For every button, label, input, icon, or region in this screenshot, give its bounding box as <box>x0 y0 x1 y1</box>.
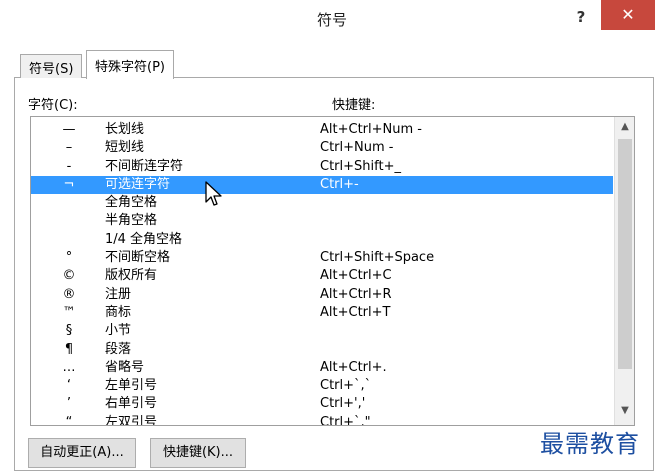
character-symbol: — <box>62 122 76 137</box>
list-item[interactable]: — 长划线 Alt+Ctrl+Num - <box>31 121 613 139</box>
list-item[interactable]: ’ 右单引号 Ctrl+',' <box>31 395 613 413</box>
shortcut-key: Ctrl+Shift+Space <box>320 250 435 266</box>
character-name: 可选连字符 <box>105 176 171 192</box>
character-symbol: ¶ <box>64 341 74 357</box>
tab-special-characters[interactable]: 特殊字符(P) <box>86 50 174 79</box>
character-name: 短划线 <box>105 140 145 156</box>
list-item[interactable]: ™ 商标 Alt+Ctrl+T <box>31 304 613 322</box>
special-characters-list[interactable]: — 长划线 Alt+Ctrl+Num - – 短划线 Ctrl+Num - - 不间断连字符 C… <box>30 116 635 426</box>
character-symbol: … <box>62 359 76 375</box>
character-name: 小节 <box>105 323 132 339</box>
character-name: 注册 <box>105 286 132 302</box>
shortcut-key: Alt+Ctrl+. <box>320 359 387 375</box>
mouse-pointer-icon <box>205 181 222 206</box>
character-name: 全角空格 <box>105 195 158 211</box>
shortcut-key: Ctrl+- <box>320 176 359 192</box>
list-rows: — 长划线 Alt+Ctrl+Num - – 短划线 Ctrl+Num - - 不间断连字符 C… <box>31 121 613 426</box>
list-item[interactable]: 半角空格 <box>31 212 613 230</box>
list-item[interactable]: ° 不间断空格 Ctrl+Shift+Space <box>31 249 613 267</box>
shortcut-key: Alt+Ctrl+T <box>320 304 391 320</box>
character-name: 右单引号 <box>105 396 158 412</box>
character-name: 版权所有 <box>105 268 158 284</box>
character-name: 长划线 <box>105 122 145 137</box>
list-item[interactable]: 全角空格 <box>31 194 613 212</box>
character-symbol: ’ <box>66 396 72 412</box>
character-name: 商标 <box>105 304 132 320</box>
character-symbol: ‘ <box>66 378 72 394</box>
character-name: 半角空格 <box>105 213 158 229</box>
shortcut-key: Alt+Ctrl+C <box>320 268 392 284</box>
shortcut-key: Ctrl+Num - <box>320 140 394 156</box>
list-item[interactable]: “ 左双引号 Ctrl+`," <box>31 414 613 426</box>
list-item[interactable]: ® 注册 Alt+Ctrl+R <box>31 286 613 304</box>
character-symbol: ¬ <box>63 176 75 192</box>
close-button[interactable]: ✕ <box>601 0 655 30</box>
shortcut-key: Ctrl+Shift+_ <box>320 158 401 174</box>
character-name: 左双引号 <box>105 414 158 426</box>
list-item[interactable]: … 省略号 Alt+Ctrl+. <box>31 359 613 377</box>
character-symbol: ° <box>65 250 73 266</box>
character-symbol: ® <box>62 286 76 302</box>
shortcut-key: Alt+Ctrl+Num - <box>320 122 422 137</box>
shortcut-key: Ctrl+',' <box>320 396 366 412</box>
character-name: 不间断连字符 <box>105 158 184 174</box>
character-symbol: § <box>65 323 73 339</box>
character-symbol: - <box>66 158 72 174</box>
tab-symbols[interactable]: 符号(S) <box>20 54 83 78</box>
window-title: 符号 <box>316 11 347 29</box>
shortcut-key-button[interactable]: 快捷键(K)... <box>150 438 246 468</box>
character-symbol: – <box>65 140 73 156</box>
character-name: 省略号 <box>105 359 145 375</box>
character-name: 1/4 全角空格 <box>105 231 183 247</box>
shortcut-key: Alt+Ctrl+R <box>320 286 392 302</box>
list-item[interactable]: – 短划线 Ctrl+Num - <box>31 139 613 157</box>
character-name: 左单引号 <box>105 378 158 394</box>
shortcut-key: Ctrl+`," <box>320 414 371 426</box>
list-item[interactable]: - 不间断连字符 Ctrl+Shift+_ <box>31 158 613 176</box>
character-symbol: ™ <box>62 304 76 320</box>
character-symbol: “ <box>65 414 73 426</box>
list-item[interactable]: § 小节 <box>31 322 613 340</box>
list-item[interactable]: 1/4 全角空格 <box>31 231 613 249</box>
characters-label: 字符(C): <box>28 98 78 113</box>
list-item[interactable]: ¶ 段落 <box>31 341 613 359</box>
list-item[interactable]: ¬ 可选连字符 Ctrl+- <box>31 175 613 195</box>
character-name: 段落 <box>105 341 132 357</box>
character-name: 不间断空格 <box>105 250 171 266</box>
scroll-down-arrow-icon[interactable]: ▼ <box>615 405 634 421</box>
help-button[interactable]: ? <box>568 6 594 28</box>
autocorrect-button[interactable]: 自动更正(A)... <box>28 438 136 468</box>
watermark: 最需教育 <box>540 430 640 458</box>
scroll-thumb[interactable] <box>618 139 632 369</box>
character-symbol: © <box>62 268 76 284</box>
shortcut-key: Ctrl+`,` <box>320 378 372 394</box>
shortcut-keys-label: 快捷键: <box>332 98 376 113</box>
title-bar: 符号 ? ✕ <box>0 0 664 38</box>
list-item[interactable]: © 版权所有 Alt+Ctrl+C <box>31 267 613 285</box>
vertical-scrollbar[interactable]: ▲ ▼ <box>614 117 634 425</box>
scroll-up-arrow-icon[interactable]: ▲ <box>615 121 634 137</box>
list-item[interactable]: ‘ 左单引号 Ctrl+`,` <box>31 377 613 395</box>
